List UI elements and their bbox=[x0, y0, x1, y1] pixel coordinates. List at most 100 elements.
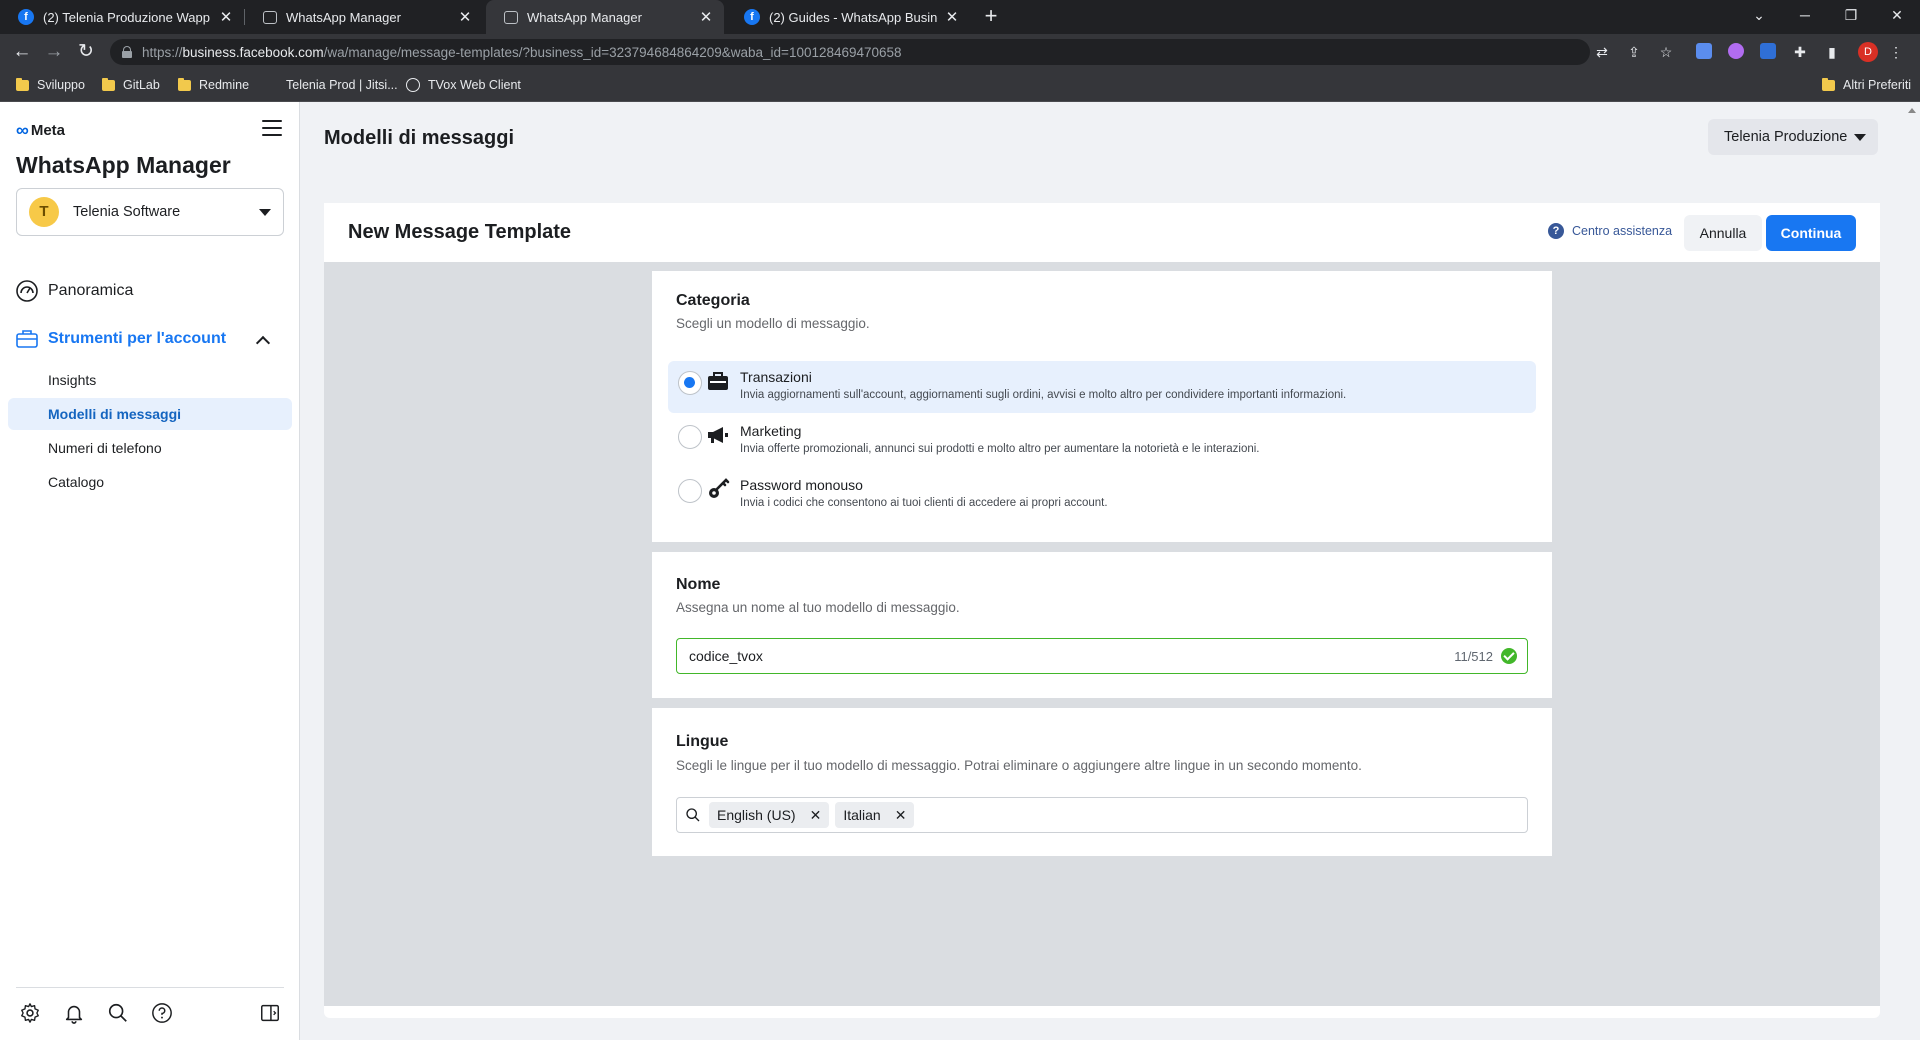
bell-icon[interactable] bbox=[62, 1001, 86, 1025]
profile-avatar[interactable]: D bbox=[1858, 42, 1878, 62]
template-title: New Message Template bbox=[348, 221, 572, 243]
help-center-link[interactable]: ? Centro assistenza bbox=[1548, 223, 1672, 239]
section-subtitle: Assegna un nome al tuo modello di messag… bbox=[676, 600, 960, 615]
page-icon bbox=[263, 10, 277, 24]
nav-label: Panoramica bbox=[48, 282, 134, 299]
category-option-otp[interactable]: Password monouso Invia i codici che cons… bbox=[668, 469, 1536, 521]
language-picker[interactable]: English (US) ✕ Italian ✕ bbox=[676, 797, 1528, 833]
cancel-button[interactable]: Annulla bbox=[1684, 215, 1762, 251]
caret-down-icon bbox=[1854, 133, 1866, 141]
bookmarks-bar: Sviluppo GitLab Redmine Telenia Prod | J… bbox=[0, 70, 1920, 102]
bookmark-label: Sviluppo bbox=[37, 78, 85, 92]
radio-selected[interactable] bbox=[678, 371, 702, 395]
extension-icon[interactable] bbox=[1696, 43, 1712, 59]
share-icon[interactable]: ⇪ bbox=[1624, 42, 1644, 62]
section-title: Nome bbox=[676, 576, 721, 593]
meta-logo[interactable]: ∞ Meta bbox=[16, 120, 65, 141]
sidebar-item-message-templates[interactable]: Modelli di messaggi bbox=[8, 398, 292, 430]
option-description: Invia i codici che consentono ai tuoi cl… bbox=[740, 497, 1108, 509]
help-icon[interactable] bbox=[150, 1001, 174, 1025]
browser-tab[interactable]: WhatsApp Manager ✕ bbox=[245, 0, 483, 34]
account-selector[interactable]: Telenia Produzione bbox=[1708, 119, 1878, 155]
bookmark-folder[interactable]: Redmine bbox=[178, 77, 249, 92]
nav-overview[interactable]: Panoramica bbox=[14, 278, 133, 304]
bookmark-folder[interactable]: Sviluppo bbox=[16, 77, 85, 92]
bookmark-link[interactable]: TVox Web Client bbox=[406, 78, 521, 92]
tab-title: (2) Guides - WhatsApp Business bbox=[769, 9, 938, 25]
bookmark-label: Altri Preferiti bbox=[1843, 78, 1912, 92]
translate-icon[interactable]: ⇄ bbox=[1592, 42, 1612, 62]
extension-icon[interactable] bbox=[1728, 43, 1744, 59]
category-option-marketing[interactable]: Marketing Invia offerte promozionali, an… bbox=[668, 415, 1536, 467]
scrollbar-up-arrow[interactable] bbox=[1908, 108, 1916, 113]
close-icon[interactable]: ✕ bbox=[698, 8, 714, 26]
close-icon[interactable]: ✕ bbox=[218, 8, 234, 26]
bookmark-label: GitLab bbox=[123, 78, 160, 92]
hamburger-menu-icon[interactable] bbox=[262, 120, 282, 138]
remove-icon[interactable]: ✕ bbox=[895, 807, 907, 824]
search-icon[interactable] bbox=[106, 1001, 130, 1025]
bookmark-folder[interactable]: GitLab bbox=[102, 77, 160, 92]
option-title: Transazioni bbox=[740, 369, 812, 385]
radio-unselected[interactable] bbox=[678, 425, 702, 449]
template-name-field[interactable]: 11/512 bbox=[676, 638, 1528, 674]
continue-button[interactable]: Continua bbox=[1766, 215, 1856, 251]
browser-tab-active[interactable]: WhatsApp Manager ✕ bbox=[486, 0, 724, 34]
url-scheme: https:// bbox=[142, 44, 183, 60]
close-icon[interactable]: ✕ bbox=[457, 8, 473, 26]
caret-down-icon bbox=[259, 208, 271, 216]
tab-search-icon[interactable]: ⌄ bbox=[1736, 0, 1782, 30]
address-bar[interactable]: https://business.facebook.com/wa/manage/… bbox=[110, 39, 1590, 65]
close-window-button[interactable]: ✕ bbox=[1874, 0, 1920, 30]
section-title: Lingue bbox=[676, 733, 729, 750]
name-section: Nome Assegna un nome al tuo modello di m… bbox=[652, 552, 1552, 698]
minimize-button[interactable]: ─ bbox=[1782, 0, 1828, 30]
chip-label: Italian bbox=[843, 807, 881, 823]
remove-icon[interactable]: ✕ bbox=[810, 807, 822, 824]
chevron-up-icon[interactable] bbox=[255, 335, 271, 351]
sidebar-item-phone-numbers[interactable]: Numeri di telefono bbox=[8, 432, 292, 464]
forward-icon[interactable]: → bbox=[42, 40, 66, 64]
radio-unselected[interactable] bbox=[678, 479, 702, 503]
languages-section: Lingue Scegli le lingue per il tuo model… bbox=[652, 708, 1552, 856]
option-description: Invia offerte promozionali, annunci sui … bbox=[740, 443, 1260, 455]
folder-icon bbox=[102, 77, 115, 91]
puzzle-icon[interactable]: ✚ bbox=[1790, 42, 1810, 62]
chip-label: English (US) bbox=[717, 807, 796, 823]
folder-icon bbox=[16, 77, 29, 91]
option-description: Invia aggiornamenti sull'account, aggior… bbox=[740, 389, 1347, 401]
bookmark-label: Telenia Prod | Jitsi... bbox=[286, 78, 398, 92]
browser-tab-strip: f (2) Telenia Produzione Wapp - W ✕ What… bbox=[0, 0, 1920, 34]
url-path: /wa/manage/message-templates/?business_i… bbox=[323, 44, 902, 60]
back-icon[interactable]: ← bbox=[10, 40, 34, 64]
reload-icon[interactable]: ↻ bbox=[74, 40, 98, 64]
sidebar-item-catalog[interactable]: Catalogo bbox=[8, 466, 292, 498]
gear-icon[interactable] bbox=[18, 1001, 42, 1025]
category-option-transactional[interactable]: Transazioni Invia aggiornamenti sull'acc… bbox=[668, 361, 1536, 413]
folder-icon bbox=[1822, 77, 1835, 91]
restore-button[interactable]: ❐ bbox=[1828, 0, 1874, 30]
template-footer bbox=[324, 1006, 1880, 1018]
new-tab-button[interactable]: + bbox=[978, 4, 1004, 30]
browser-tab[interactable]: f (2) Telenia Produzione Wapp - W ✕ bbox=[0, 0, 244, 34]
meta-infinity-icon: ∞ bbox=[16, 120, 29, 140]
collapse-panel-icon[interactable] bbox=[258, 1001, 282, 1025]
menu-kebab-icon[interactable]: ⋮ bbox=[1886, 42, 1906, 62]
side-panel-icon[interactable]: ▮ bbox=[1822, 42, 1842, 62]
browser-tab[interactable]: f (2) Guides - WhatsApp Business ✕ bbox=[726, 0, 970, 34]
sidebar-item-insights[interactable]: Insights bbox=[8, 364, 292, 396]
extension-icon[interactable] bbox=[1760, 43, 1776, 59]
nav-label: Strumenti per l'account bbox=[48, 330, 227, 347]
other-bookmarks[interactable]: Altri Preferiti bbox=[1822, 77, 1912, 92]
close-icon[interactable]: ✕ bbox=[944, 8, 960, 26]
nav-account-tools[interactable]: Strumenti per l'account bbox=[14, 326, 226, 352]
bookmark-star-icon[interactable]: ☆ bbox=[1656, 42, 1676, 62]
business-selector[interactable]: T Telenia Software bbox=[16, 188, 284, 236]
sidebar-divider bbox=[16, 987, 284, 988]
bookmark-link[interactable]: Telenia Prod | Jitsi... bbox=[286, 78, 398, 92]
category-section: Categoria Scegli un modello di messaggio… bbox=[652, 271, 1552, 542]
check-circle-icon bbox=[1501, 648, 1517, 664]
character-counter: 11/512 bbox=[1454, 648, 1493, 664]
template-name-input[interactable] bbox=[689, 648, 1455, 664]
lock-icon[interactable] bbox=[122, 46, 132, 58]
